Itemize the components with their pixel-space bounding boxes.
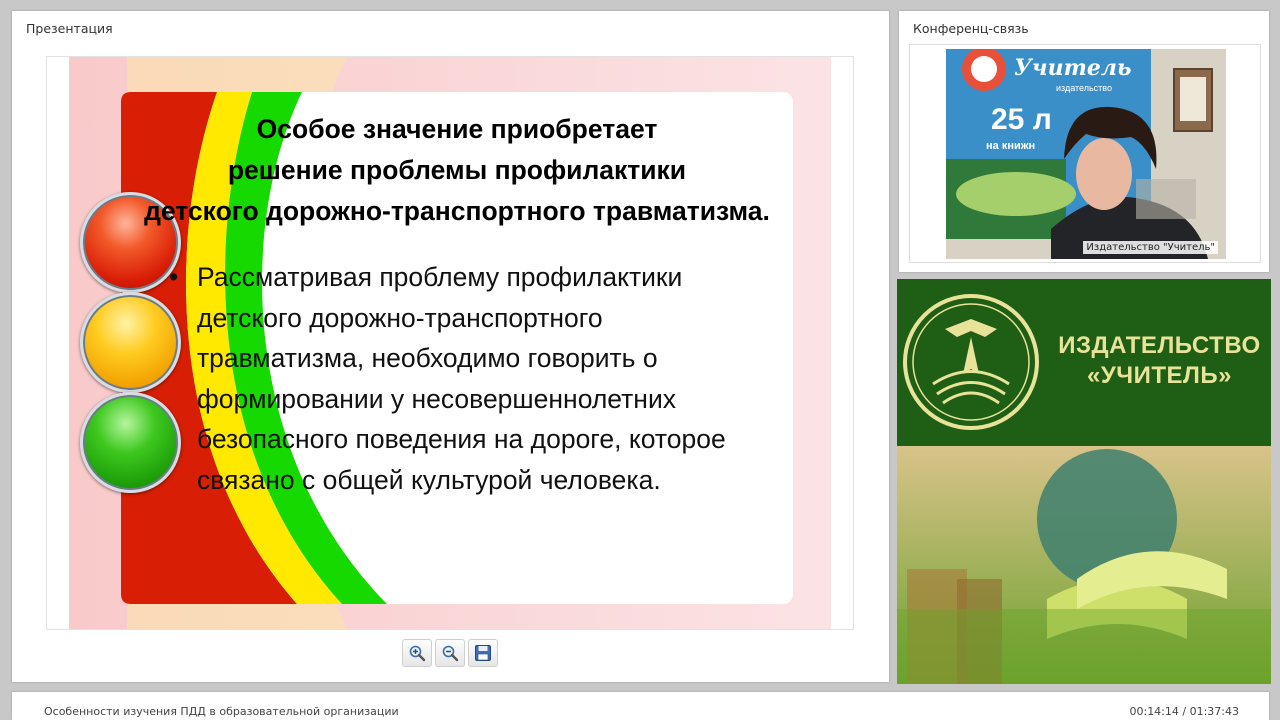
slide-heading-line: решение проблемы профилактики: [227, 155, 687, 185]
traffic-light-green: [80, 392, 181, 493]
slide-heading-line: Особое значение приобретает: [256, 114, 658, 144]
slide-toolbar: [402, 639, 498, 667]
zoom-in-button[interactable]: [402, 639, 432, 667]
course-title: Особенности изучения ПДД в образовательн…: [44, 705, 399, 718]
publisher-banner: ИЗДАТЕЛЬСТВО «УЧИТЕЛЬ»: [897, 279, 1271, 684]
presentation-panel-title: Презентация: [26, 21, 113, 36]
slide-bullet-line: безопасного поведения на дороге, которое: [197, 424, 726, 454]
save-button[interactable]: [468, 639, 498, 667]
slide-bullet-line: формировании у несовершеннолетних: [197, 383, 676, 414]
slide-bullet-line: детского дорожно-транспортного: [197, 302, 603, 333]
webcam-scene: Учитель издательство 25 л на книжн: [946, 49, 1226, 259]
zoom-out-icon: [442, 645, 459, 662]
poster-subtitle: издательство: [1056, 83, 1112, 93]
video-frame: Учитель издательство 25 л на книжн Издат…: [909, 44, 1261, 263]
publisher-name: ИЗДАТЕЛЬСТВО «УЧИТЕЛЬ»: [1057, 331, 1262, 391]
poster-line: на книжн: [986, 140, 1035, 152]
playback-time: 00:14:14 / 01:37:43: [1129, 705, 1239, 718]
footer-bar: Особенности изучения ПДД в образовательн…: [12, 692, 1269, 720]
slide-bullet-text: • Рассматривая проблему профилактики дет…: [169, 257, 797, 500]
slide-bullet-line: травматизма, необходимо говорить о: [197, 343, 658, 373]
slide-bullet-line: Рассматривая проблему профилактики: [197, 262, 683, 292]
conference-panel-title: Конференц-связь: [913, 21, 1029, 36]
presentation-panel: Презентация Особое значение приобретает …: [12, 11, 889, 682]
presentation-slide: Особое значение приобретает решение проб…: [46, 56, 854, 630]
slide-bullet-line: связано с общей культурой человека.: [197, 464, 661, 495]
webcam-video[interactable]: Учитель издательство 25 л на книжн Издат…: [946, 49, 1226, 259]
bullet-marker: •: [169, 262, 179, 292]
zoom-in-icon: [409, 645, 426, 662]
traffic-light-yellow: [80, 292, 181, 393]
zoom-out-button[interactable]: [435, 639, 465, 667]
slide-heading-line: детского дорожно-транспортного травматиз…: [144, 196, 770, 226]
publisher-name-line2: «УЧИТЕЛЬ»: [1087, 362, 1232, 389]
publisher-name-line1: ИЗДАТЕЛЬСТВО: [1058, 332, 1261, 359]
poster-brand: Учитель: [1014, 55, 1131, 81]
slide-heading: Особое значение приобретает решение проб…: [107, 109, 807, 232]
conference-panel: Конференц-связь Учитель издательство 25 …: [899, 11, 1269, 272]
poster-number: 25 л: [991, 103, 1052, 136]
floppy-disk-icon: [475, 645, 491, 661]
video-caption: Издательство "Учитель": [1083, 241, 1218, 254]
